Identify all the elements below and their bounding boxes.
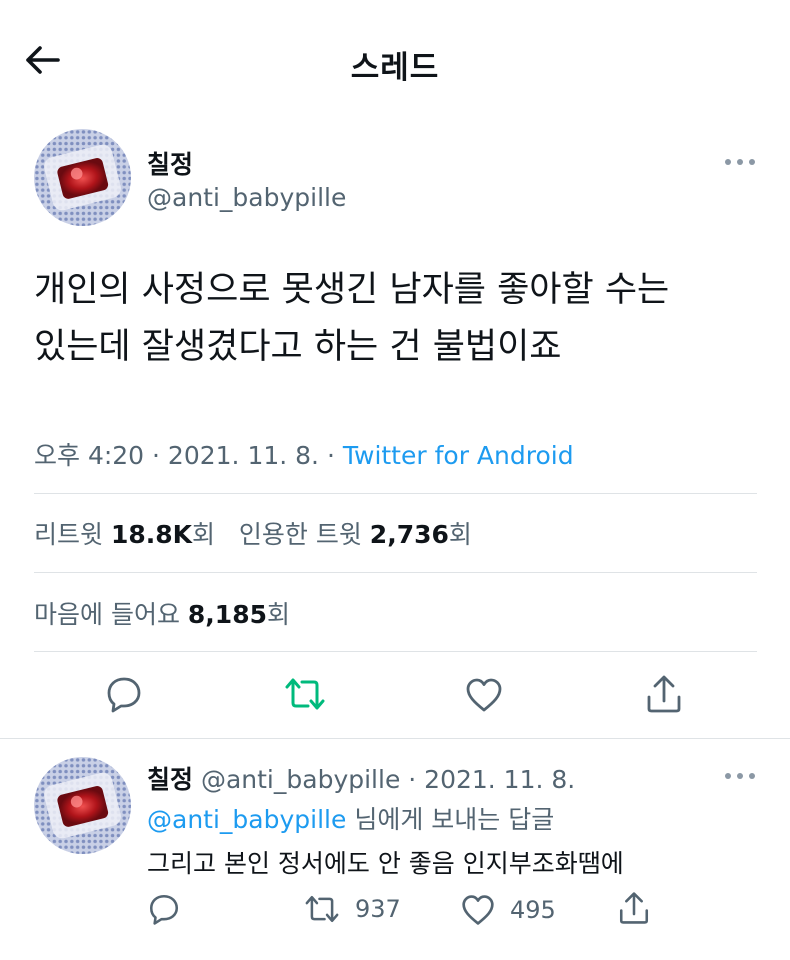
avatar-image <box>34 129 131 226</box>
avatar-image <box>34 757 131 854</box>
likes-count: 8,185 <box>187 600 267 629</box>
more-icon <box>725 773 755 779</box>
heart-icon <box>462 895 494 925</box>
reply-avatar[interactable] <box>34 757 131 854</box>
page-title: 스레드 <box>350 50 440 86</box>
author-name[interactable]: 칠정 <box>147 145 193 181</box>
reply-retweet-button[interactable]: 937 <box>303 893 401 925</box>
quotes-stat[interactable]: 인용한 트윗 2,736회 <box>239 520 472 549</box>
section-divider <box>0 738 790 739</box>
reply-header: 칠정 @anti_babypille · 2021. 11. 8. <box>147 760 575 796</box>
reply-more-options-button[interactable] <box>722 764 758 788</box>
tweet-text-line-1: 개인의 사정으로 못생긴 남자를 좋아할 수는 <box>34 270 670 310</box>
retweet-stats-row: 리트윗 18.8K회 인용한 트윗 2,736회 <box>34 515 472 551</box>
share-button[interactable] <box>644 673 684 719</box>
tweet-time[interactable]: 오후 4:20 · 2021. 11. 8. · <box>34 441 335 470</box>
replying-to: @anti_babypille 님에게 보내는 답글 <box>147 800 554 836</box>
tweet-text-line-2: 있는데 잘생겼다고 하는 건 불법이죠 <box>34 327 562 367</box>
avatar[interactable] <box>34 129 131 226</box>
reply-handle-date[interactable]: @anti_babypille · 2021. 11. 8. <box>201 765 575 794</box>
reply-text: 그리고 본인 정서에도 안 좋음 인지부조화땜에 <box>147 849 624 878</box>
author-handle[interactable]: @anti_babypille <box>147 183 346 212</box>
replying-mention[interactable]: @anti_babypille <box>147 805 346 834</box>
divider <box>34 651 757 652</box>
divider <box>34 572 757 573</box>
heart-icon <box>466 678 502 712</box>
reply-retweet-count: 937 <box>355 895 401 923</box>
retweet-icon <box>305 895 339 923</box>
retweet-icon <box>285 678 325 710</box>
comment-icon <box>107 677 141 713</box>
quotes-count: 2,736 <box>369 520 449 549</box>
reply-like-count: 495 <box>510 896 556 924</box>
tweet-source[interactable]: Twitter for Android <box>343 441 574 470</box>
share-icon <box>619 892 649 924</box>
comment-icon <box>149 894 179 925</box>
reply-like-button[interactable]: 495 <box>460 893 556 927</box>
reply-author-name[interactable]: 칠정 <box>147 765 193 794</box>
more-options-button[interactable] <box>722 150 758 174</box>
tweet-meta: 오후 4:20 · 2021. 11. 8. · Twitter for And… <box>34 436 574 472</box>
share-icon <box>647 675 681 713</box>
reply-share-button[interactable] <box>617 890 651 926</box>
retweet-button[interactable] <box>283 675 327 717</box>
replying-suffix: 님에게 보내는 답글 <box>354 805 555 834</box>
reply-reply-button[interactable] <box>147 892 181 926</box>
likes-stats-row[interactable]: 마음에 들어요 8,185회 <box>34 595 290 631</box>
divider <box>34 493 757 494</box>
tweet-text: 개인의 사정으로 못생긴 남자를 좋아할 수는 있는데 잘생겼다고 하는 건 불… <box>34 262 764 376</box>
top-bar: 스레드 <box>0 0 790 120</box>
reply-button[interactable] <box>104 674 144 718</box>
more-icon <box>725 159 755 165</box>
like-button[interactable] <box>464 676 504 718</box>
retweets-stat[interactable]: 리트윗 18.8K회 <box>34 520 215 549</box>
retweets-count: 18.8K <box>110 520 193 549</box>
